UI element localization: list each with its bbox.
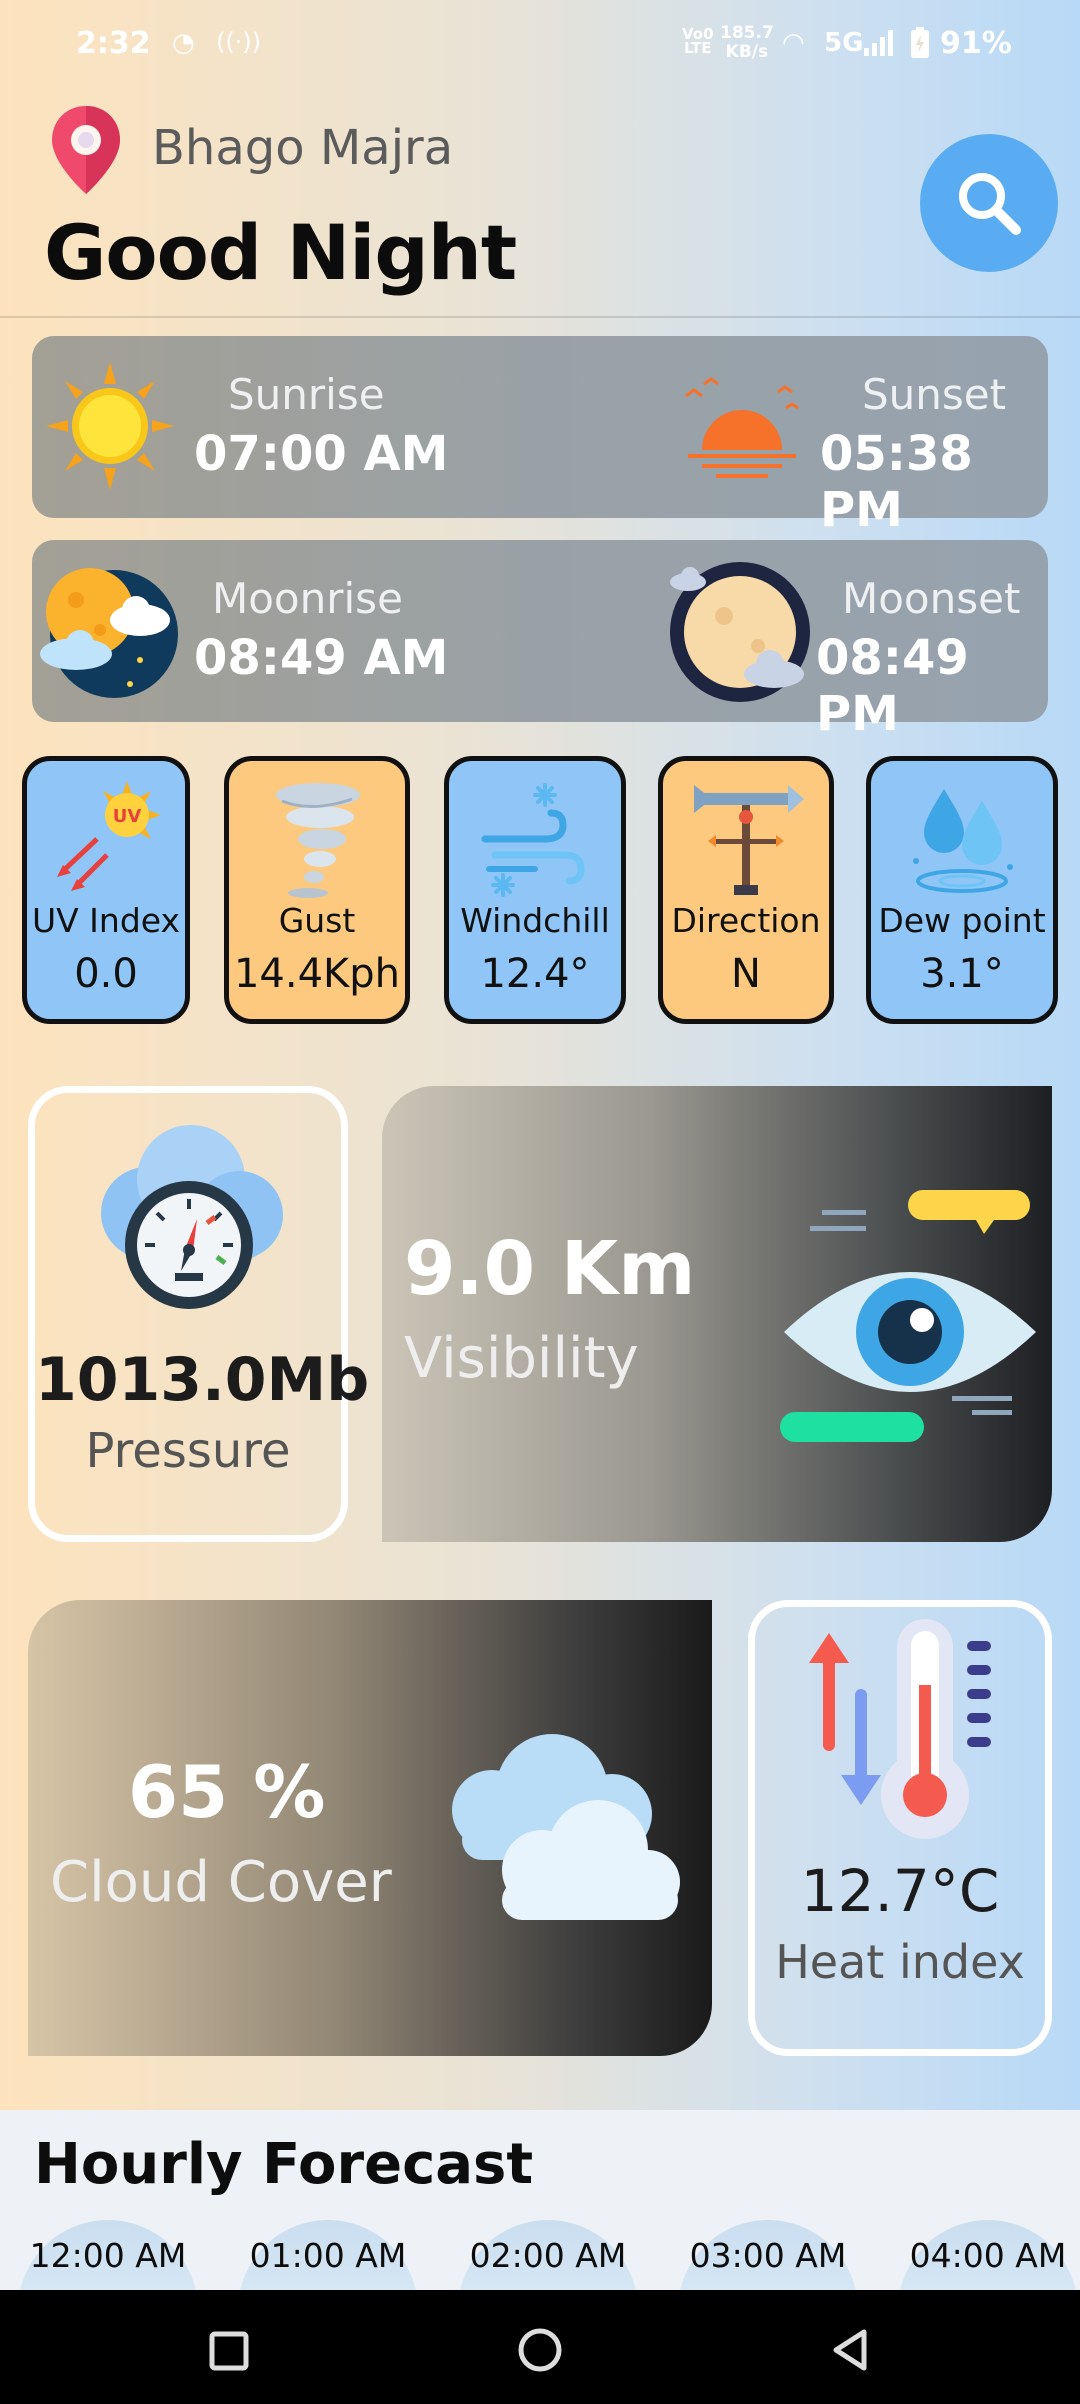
- greeting-title: Good Night: [44, 208, 517, 297]
- heat-index-card[interactable]: 12.7°C Heat index: [748, 1600, 1052, 2056]
- moonrise-icon: [40, 568, 178, 698]
- gust-label: Gust: [278, 901, 356, 940]
- windchill-value: 12.4°: [480, 951, 590, 997]
- visibility-card[interactable]: 9.0 Km Visibility: [382, 1086, 1052, 1542]
- thermometer-icon: [809, 1619, 991, 1839]
- sunrise-time: 07:00 AM: [194, 426, 449, 482]
- cloud-cover-value: 65 %: [128, 1750, 326, 1834]
- windchill-label: Windchill: [460, 901, 610, 940]
- hourly-forecast-section: Hourly Forecast 12:00 AM 01:00 AM 02:00 …: [0, 2110, 1080, 2290]
- hour-item[interactable]: 04:00 AM: [898, 2220, 1078, 2290]
- windchill-card[interactable]: Windchill 12.4°: [444, 756, 626, 1024]
- network-type: Vo0 LTE: [682, 25, 714, 57]
- moonrise-label: Moonrise: [212, 574, 403, 623]
- dew-point-card[interactable]: Dew point 3.1°: [866, 756, 1058, 1024]
- sunset-label: Sunset: [862, 370, 1007, 419]
- hour-item[interactable]: 12:00 AM: [18, 2220, 198, 2290]
- sun-panel: Sunrise 07:00 AM Sunset 05:38 PM: [32, 336, 1048, 538]
- wind-snow-icon: [481, 783, 585, 897]
- sunset-icon: [685, 377, 799, 478]
- uv-index-card[interactable]: UV UV Index 0.0: [22, 756, 190, 1024]
- uv-sun-icon: UV: [57, 781, 161, 891]
- cloud-cover-label: Cloud Cover: [50, 1850, 392, 1915]
- wifi-icon: ◠: [782, 28, 805, 58]
- pressure-card[interactable]: 1013.0Mb Pressure: [28, 1086, 370, 1542]
- hour-item[interactable]: 03:00 AM: [678, 2220, 858, 2290]
- svg-text:UV: UV: [113, 806, 142, 827]
- uv-index-label: UV Index: [31, 901, 181, 940]
- water-drops-icon: [913, 789, 1013, 893]
- direction-label: Direction: [671, 901, 821, 940]
- heat-index-label: Heat index: [775, 1935, 1025, 1989]
- back-icon[interactable]: [820, 2320, 880, 2380]
- location-name[interactable]: Bhago Majra: [152, 120, 453, 176]
- sunset-time: 05:38 PM: [820, 426, 973, 538]
- tornado-icon: [276, 783, 360, 898]
- pressure-label: Pressure: [85, 1423, 291, 1479]
- uv-index-value: 0.0: [74, 951, 138, 997]
- visibility-value: 9.0 Km: [404, 1226, 696, 1312]
- system-navigation-bar: [0, 2290, 1080, 2404]
- heat-index-value: 12.7°C: [800, 1857, 1000, 1925]
- signal-type: 5G: [824, 28, 864, 58]
- eye-icon: [780, 1190, 1036, 1442]
- moonset-icon: [670, 562, 810, 702]
- search-icon: [959, 173, 1021, 235]
- barometer-icon: [101, 1125, 283, 1309]
- hour-item[interactable]: 02:00 AM: [458, 2220, 638, 2290]
- battery-icon: [911, 27, 929, 58]
- gust-card[interactable]: Gust 14.4Kph: [224, 756, 410, 1024]
- status-time: 2:32: [76, 26, 151, 61]
- moon-panel: Moonrise 08:49 AM Moonset 08:49 PM: [32, 540, 1048, 742]
- home-icon[interactable]: [510, 2320, 570, 2380]
- recent-apps-icon[interactable]: [198, 2320, 258, 2380]
- direction-card[interactable]: Direction N: [658, 756, 834, 1024]
- header-divider: [0, 316, 1080, 318]
- hotspot-icon: ((·)): [216, 28, 262, 56]
- weathervane-icon: [694, 785, 804, 895]
- location-pin-icon: [52, 106, 120, 194]
- visibility-label: Visibility: [404, 1326, 639, 1391]
- cloud-cover-card[interactable]: 65 % Cloud Cover: [28, 1600, 712, 2056]
- cloud-icon: [452, 1734, 680, 1920]
- search-button[interactable]: [920, 134, 1058, 272]
- notification-icon: ◔: [172, 28, 195, 58]
- network-speed: 185.7 KB/s: [720, 23, 774, 62]
- dew-point-value: 3.1°: [920, 951, 1004, 997]
- hour-item[interactable]: 01:00 AM: [238, 2220, 418, 2290]
- battery-percent: 91%: [940, 26, 1012, 61]
- pressure-value: 1013.0Mb: [35, 1345, 370, 1415]
- moonrise-time: 08:49 AM: [194, 630, 449, 686]
- dew-point-label: Dew point: [878, 901, 1046, 940]
- moonset-label: Moonset: [842, 574, 1021, 623]
- moonset-time: 08:49 PM: [816, 630, 969, 742]
- sun-icon: [46, 362, 174, 490]
- sunrise-label: Sunrise: [228, 370, 385, 419]
- gust-value: 14.4Kph: [233, 951, 401, 997]
- direction-value: N: [731, 951, 761, 997]
- signal-bars-icon: [864, 30, 893, 56]
- status-bar: 2:32 ◔ ((·)) Vo0 LTE 185.7 KB/s ◠ 5G 91%: [0, 0, 1080, 90]
- hourly-forecast-title: Hourly Forecast: [34, 2132, 534, 2197]
